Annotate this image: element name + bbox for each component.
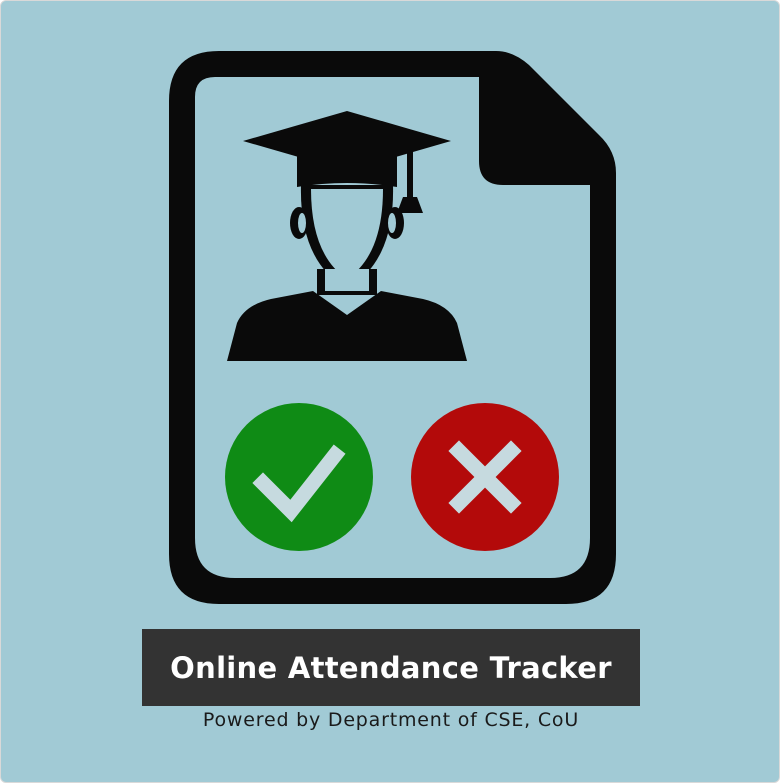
title-banner: Online Attendance Tracker xyxy=(142,629,640,706)
logo-tile: Online Attendance Tracker Powered by Dep… xyxy=(0,0,780,783)
present-button[interactable] xyxy=(225,403,373,551)
app-title: Online Attendance Tracker xyxy=(170,650,612,685)
absent-button[interactable] xyxy=(411,403,559,551)
app-subtitle: Powered by Department of CSE, CoU xyxy=(202,709,580,731)
